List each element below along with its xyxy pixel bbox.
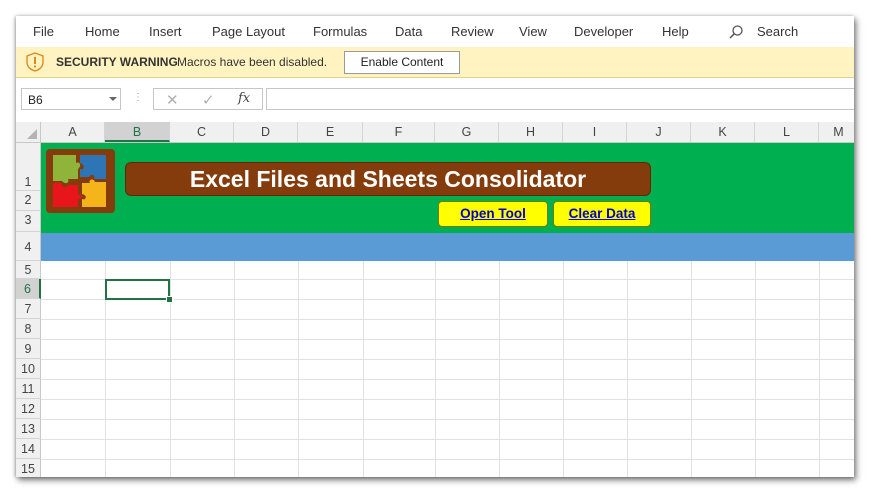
excel-window: File Home Insert Page Layout Formulas Da…: [16, 16, 854, 477]
row-header-1[interactable]: 1: [16, 143, 41, 191]
column-header-f[interactable]: F: [363, 122, 435, 142]
security-warning-bar: SECURITY WARNING Macros have been disabl…: [16, 47, 854, 78]
fill-handle[interactable]: [166, 296, 173, 303]
row-header-6[interactable]: 6: [16, 279, 41, 299]
menu-review[interactable]: Review: [451, 24, 494, 39]
row-header-15[interactable]: 15: [16, 459, 41, 477]
column-header-c[interactable]: C: [170, 122, 234, 142]
puzzle-pieces-icon[interactable]: [46, 149, 115, 213]
row-header-14[interactable]: 14: [16, 439, 41, 459]
selected-cell-b6[interactable]: [105, 279, 170, 300]
row-header-5[interactable]: 5: [16, 261, 41, 279]
column-header-h[interactable]: H: [499, 122, 563, 142]
menu-insert[interactable]: Insert: [149, 24, 182, 39]
open-tool-button[interactable]: Open Tool: [438, 201, 548, 227]
formula-bar: B6 ⋮ ✕ ✓ fx: [16, 78, 854, 120]
row-header-4[interactable]: 4: [16, 232, 41, 261]
enable-content-button[interactable]: Enable Content: [344, 51, 460, 74]
column-header-b[interactable]: B: [105, 122, 170, 142]
menu-view[interactable]: View: [519, 24, 547, 39]
column-header-i[interactable]: I: [563, 122, 627, 142]
row-header-2[interactable]: 2: [16, 191, 41, 211]
row-header-10[interactable]: 10: [16, 359, 41, 379]
menu-page-layout[interactable]: Page Layout: [212, 24, 285, 39]
column-header-j[interactable]: J: [627, 122, 691, 142]
column-header-d[interactable]: D: [234, 122, 298, 142]
sheet-title: Excel Files and Sheets Consolidator: [189, 166, 587, 192]
column-header-m[interactable]: M: [819, 122, 854, 142]
security-warning-message: Macros have been disabled.: [177, 55, 328, 69]
check-icon[interactable]: ✓: [202, 91, 215, 109]
search-label[interactable]: Search: [757, 24, 798, 39]
insert-function-icon[interactable]: fx: [238, 91, 250, 106]
worksheet-grid: A B C D E F G H I J K L M 1 2 3 4 5 6 7 …: [16, 122, 854, 477]
row-header-7[interactable]: 7: [16, 299, 41, 319]
row-header-12[interactable]: 12: [16, 399, 41, 419]
shield-warning-icon: [26, 52, 44, 72]
menu-data[interactable]: Data: [395, 24, 422, 39]
row-header-13[interactable]: 13: [16, 419, 41, 439]
select-all-corner[interactable]: [16, 122, 41, 142]
chevron-down-icon[interactable]: [109, 97, 117, 101]
column-headers: A B C D E F G H I J K L M: [16, 122, 854, 143]
formula-input[interactable]: [266, 88, 854, 110]
menu-developer[interactable]: Developer: [574, 24, 633, 39]
blue-band-row: [41, 233, 854, 261]
column-header-l[interactable]: L: [755, 122, 819, 142]
name-box[interactable]: B6: [21, 88, 121, 110]
menu-home[interactable]: Home: [85, 24, 120, 39]
clear-data-button[interactable]: Clear Data: [553, 201, 651, 227]
menu-formulas[interactable]: Formulas: [313, 24, 367, 39]
column-header-a[interactable]: A: [41, 122, 105, 142]
row-header-8[interactable]: 8: [16, 319, 41, 339]
security-warning-title: SECURITY WARNING: [56, 55, 178, 69]
cancel-icon[interactable]: ✕: [166, 91, 179, 109]
row-header-3[interactable]: 3: [16, 211, 41, 232]
menu-help[interactable]: Help: [662, 24, 689, 39]
formula-buttons: ✕ ✓ fx: [153, 88, 263, 110]
title-banner: Excel Files and Sheets Consolidator: [126, 163, 650, 195]
row-header-11[interactable]: 11: [16, 379, 41, 399]
column-header-e[interactable]: E: [298, 122, 363, 142]
ribbon-menu-bar: File Home Insert Page Layout Formulas Da…: [16, 16, 854, 47]
menu-file[interactable]: File: [33, 24, 54, 39]
column-header-k[interactable]: K: [691, 122, 755, 142]
search-icon[interactable]: [728, 24, 744, 40]
column-header-g[interactable]: G: [435, 122, 499, 142]
cell-area[interactable]: Excel Files and Sheets Consolidator Open…: [41, 143, 854, 477]
row-header-9[interactable]: 9: [16, 339, 41, 359]
formula-bar-splitter[interactable]: ⋮: [133, 92, 143, 106]
